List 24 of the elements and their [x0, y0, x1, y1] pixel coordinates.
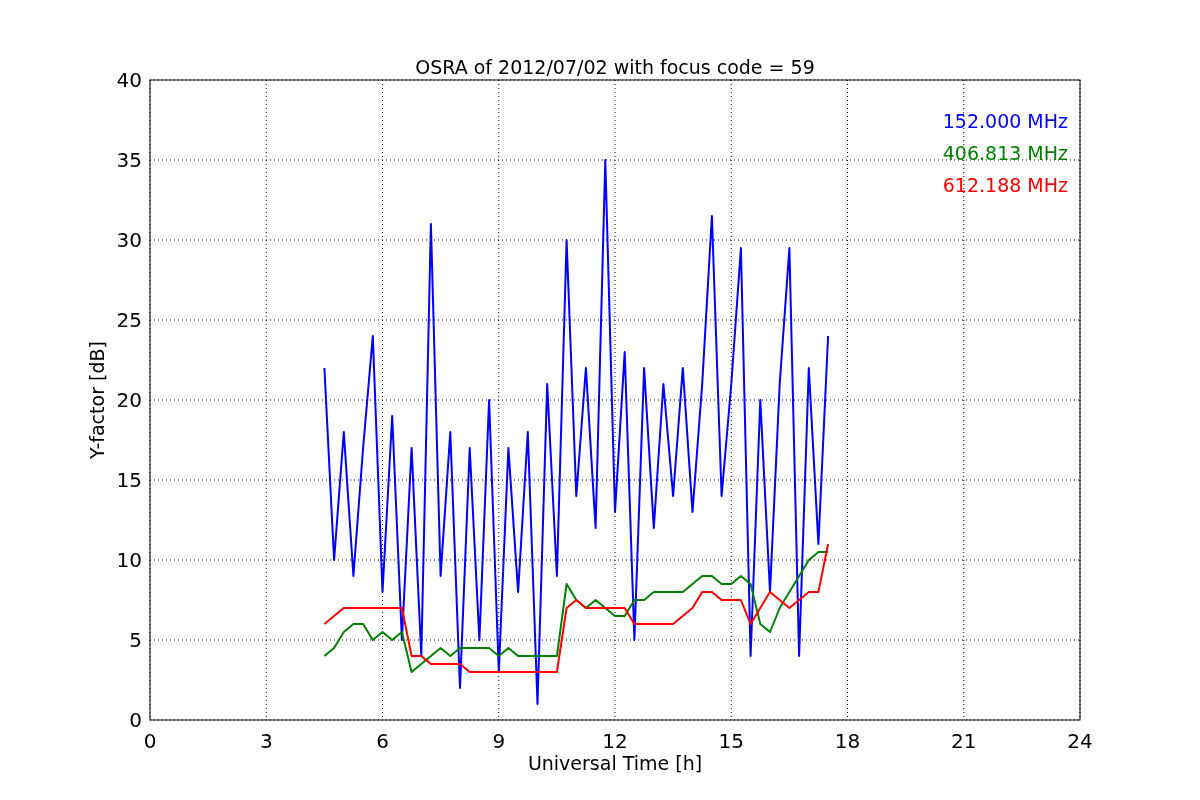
y-tick-label: 10: [116, 548, 142, 572]
x-tick-label: 12: [602, 729, 628, 753]
x-tick-label: 9: [492, 729, 506, 753]
x-tick-label: 15: [718, 729, 744, 753]
y-tick-label: 40: [116, 68, 142, 92]
legend-label: 152.000 MHz: [942, 110, 1068, 132]
x-axis-label: Universal Time [h]: [527, 752, 703, 774]
x-tick-label: 24: [1067, 729, 1093, 753]
y-tick-label: 35: [116, 148, 142, 172]
chart-title: OSRA of 2012/07/02 with focus code = 59: [415, 56, 815, 78]
y-tick-label: 30: [116, 228, 142, 252]
x-tick-label: 21: [951, 729, 977, 753]
y-tick-label: 15: [116, 468, 142, 492]
y-tick-label: 0: [129, 708, 142, 732]
y-tick-label: 5: [129, 628, 142, 652]
x-tick-label: 0: [143, 729, 157, 753]
x-tick-label: 3: [259, 729, 273, 753]
y-tick-label: 25: [116, 308, 142, 332]
x-tick-label: 6: [376, 729, 389, 753]
x-tick-label: 18: [834, 729, 861, 753]
legend-label: 612.188 MHz: [942, 174, 1068, 196]
legend-label: 406.813 MHz: [942, 142, 1068, 164]
y-tick-label: 20: [116, 388, 142, 412]
y-axis-label: Y-factor [dB]: [86, 341, 108, 459]
